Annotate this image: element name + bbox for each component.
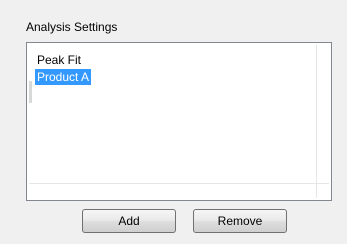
remove-button[interactable]: Remove bbox=[193, 209, 287, 233]
analysis-settings-list[interactable]: Peak Fit Product A bbox=[26, 42, 332, 201]
list-item-product-a[interactable]: Product A bbox=[35, 69, 92, 85]
list-focus-hint bbox=[29, 81, 32, 103]
list-column-divider bbox=[316, 45, 317, 198]
add-button[interactable]: Add bbox=[82, 209, 176, 233]
group-title: Analysis Settings bbox=[26, 20, 118, 34]
list-row-divider bbox=[29, 183, 329, 184]
analysis-settings-panel: Analysis Settings Peak Fit Product A Add… bbox=[0, 0, 347, 244]
list-item-peak-fit[interactable]: Peak Fit bbox=[35, 52, 83, 68]
